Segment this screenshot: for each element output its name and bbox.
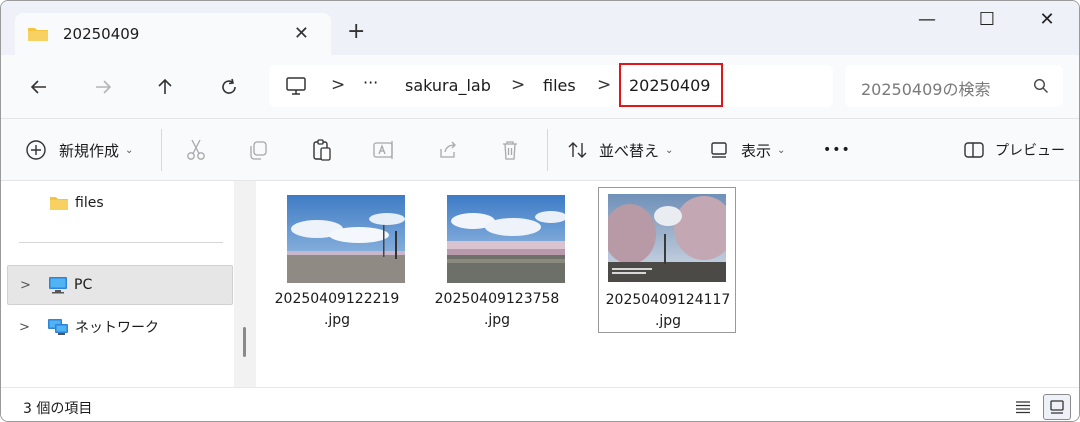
item-count: 3 個の項目 — [23, 401, 93, 417]
back-button[interactable] — [23, 71, 55, 103]
arrow-right-icon — [96, 80, 112, 94]
search-box[interactable]: 20250409の検索 — [845, 65, 1063, 107]
pc-icon — [49, 277, 67, 294]
file-name: 20250409123758 .jpg — [427, 289, 567, 331]
sidebar-item-label: PC — [74, 277, 93, 293]
sidebar-item-network[interactable]: > ネットワーク — [7, 307, 233, 347]
cut-button[interactable] — [183, 137, 209, 163]
file-name: 20250409124117 .jpg — [598, 290, 738, 332]
tiles-view-icon — [1050, 400, 1064, 414]
navigation-pane: files > PC > ネットワーク — [1, 181, 233, 387]
sidebar-divider — [19, 242, 223, 243]
toolbar-divider — [547, 129, 548, 171]
address-bar[interactable]: > ··· sakura_lab > files > 20250409 — [269, 65, 833, 107]
plus-circle-icon — [26, 140, 46, 160]
view-label: 表示 — [741, 141, 772, 160]
sort-icon — [568, 142, 587, 158]
folder-icon — [28, 28, 48, 41]
file-extension: .jpg — [654, 313, 682, 329]
file-name-line: 20250409122219 — [274, 291, 400, 307]
folder-icon — [50, 197, 68, 210]
address-row: > ··· sakura_lab > files > 20250409 2025… — [1, 55, 1079, 119]
image-thumbnail — [608, 194, 726, 282]
preview-label: プレビュー — [995, 143, 1065, 159]
view-button[interactable]: 表示 ⌄ — [709, 135, 785, 165]
preview-button[interactable]: プレビュー — [963, 135, 1065, 165]
paste-button[interactable] — [309, 137, 335, 163]
large-icons-view-button[interactable] — [1043, 394, 1071, 420]
close-window-button[interactable]: ✕ — [1027, 9, 1067, 35]
sidebar-item-pc[interactable]: > PC — [7, 265, 233, 305]
minimize-button[interactable]: — — [907, 9, 947, 35]
arrow-up-icon — [158, 78, 172, 94]
refresh-icon — [222, 78, 236, 94]
breadcrumb-files[interactable]: files — [543, 76, 576, 95]
file-list: 20250409122219 .jpg 20250409123758 .jpg — [257, 181, 1079, 387]
preview-pane-icon — [964, 142, 984, 158]
rename-icon — [373, 141, 393, 159]
tab-close-icon[interactable]: ✕ — [294, 23, 309, 44]
sort-button[interactable]: 並べ替え ⌄ — [567, 135, 673, 165]
chevron-down-icon: ⌄ — [125, 144, 134, 156]
more-options-button[interactable]: ••• — [823, 135, 851, 165]
file-item[interactable]: 20250409123758 .jpg — [427, 191, 565, 333]
refresh-button[interactable] — [213, 71, 245, 103]
tab-title: 20250409 — [63, 25, 140, 43]
chevron-down-icon: ⌄ — [777, 144, 786, 156]
expand-chevron-icon[interactable]: > — [19, 320, 35, 335]
forward-button[interactable] — [87, 71, 119, 103]
scrollbar-thumb[interactable] — [243, 327, 246, 357]
arrow-left-icon — [30, 80, 46, 94]
rename-button[interactable] — [371, 137, 397, 163]
clipboard-icon — [313, 139, 331, 161]
breadcrumb-separator: > — [511, 75, 526, 95]
monitor-icon — [286, 77, 306, 95]
breadcrumb-more[interactable]: ··· — [363, 73, 378, 92]
share-button[interactable] — [435, 137, 461, 163]
toolbar-divider — [161, 129, 162, 171]
details-view-icon — [1016, 401, 1030, 414]
breadcrumb-sakura-lab[interactable]: sakura_lab — [405, 76, 491, 95]
status-bar: 3 個の項目 — [1, 387, 1079, 421]
breadcrumb-separator: > — [331, 75, 346, 95]
file-extension: .jpg — [323, 312, 351, 328]
share-icon — [440, 141, 456, 158]
search-icon — [1033, 78, 1048, 93]
copy-icon — [250, 141, 267, 160]
file-item-selected[interactable]: 20250409124117 .jpg — [598, 187, 736, 333]
file-name-line: 20250409123758 — [434, 291, 560, 307]
details-view-button[interactable] — [1009, 394, 1037, 420]
network-icon — [48, 319, 68, 335]
file-name: 20250409122219 .jpg — [267, 289, 407, 331]
sort-label: 並べ替え — [599, 141, 660, 160]
title-bar: 20250409 ✕ + — ☐ ✕ — [1, 1, 1079, 55]
breadcrumb-separator: > — [597, 75, 612, 95]
new-button[interactable]: 新規作成 ⌄ — [25, 135, 133, 165]
image-thumbnail — [447, 195, 565, 283]
maximize-button[interactable]: ☐ — [967, 9, 1007, 35]
sidebar-item-label: ネットワーク — [75, 320, 159, 336]
image-thumbnail — [287, 195, 405, 283]
scissors-icon — [187, 139, 205, 160]
view-icon — [711, 142, 727, 158]
chevron-down-icon: ⌄ — [665, 144, 674, 156]
trash-icon — [503, 141, 517, 160]
sidebar-item-files[interactable]: files — [49, 195, 104, 211]
file-name-line: 20250409124117 — [605, 292, 731, 308]
new-tab-button[interactable]: + — [347, 21, 365, 43]
file-extension: .jpg — [483, 312, 511, 328]
search-input[interactable]: 20250409の検索 — [861, 76, 990, 100]
expand-chevron-icon[interactable]: > — [20, 278, 36, 293]
file-item[interactable]: 20250409122219 .jpg — [267, 191, 405, 333]
new-label: 新規作成 — [59, 141, 120, 160]
tab-20250409[interactable]: 20250409 ✕ — [15, 13, 331, 55]
up-button[interactable] — [149, 71, 181, 103]
file-explorer-window: 20250409 ✕ + — ☐ ✕ > ··· sakura_lab > fi… — [0, 0, 1080, 422]
command-bar: 新規作成 ⌄ 並べ替え ⌄ 表示 ⌄ ••• プレビュー — [1, 119, 1079, 181]
delete-button[interactable] — [497, 137, 523, 163]
copy-button[interactable] — [245, 137, 271, 163]
sidebar-item-label: files — [75, 195, 104, 211]
sidebar-scrollbar[interactable] — [234, 181, 256, 387]
highlight-box — [619, 63, 723, 107]
